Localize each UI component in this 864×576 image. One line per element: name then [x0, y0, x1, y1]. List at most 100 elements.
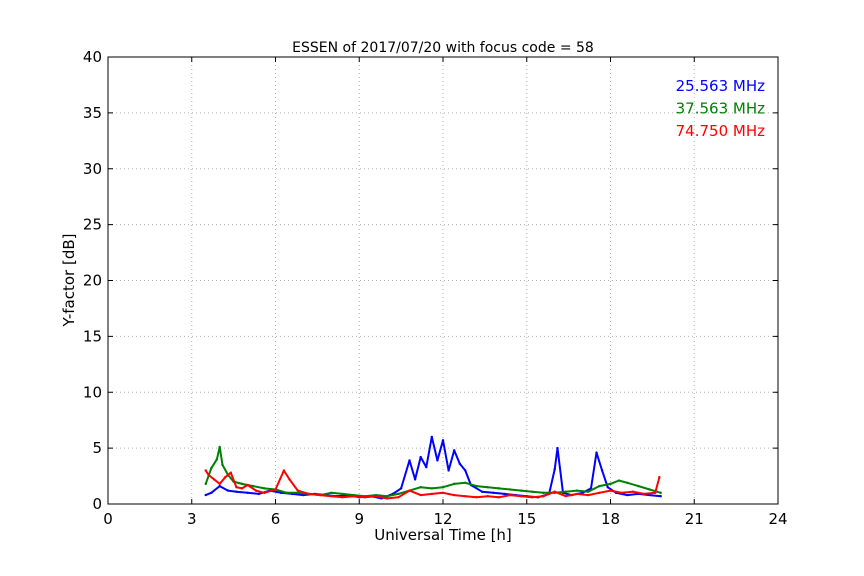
data-point — [595, 451, 598, 454]
data-point — [263, 487, 266, 490]
data-point — [330, 494, 333, 498]
data-point — [352, 494, 355, 498]
y-tick-label: 30 — [83, 160, 102, 178]
data-point — [637, 484, 640, 488]
data-point — [531, 496, 534, 499]
data-point — [246, 483, 249, 487]
data-point — [204, 482, 207, 486]
data-point — [263, 491, 266, 495]
data-point — [235, 486, 238, 489]
data-point — [374, 494, 378, 498]
data-point — [385, 494, 389, 498]
data-point — [441, 486, 445, 489]
data-point — [519, 494, 523, 498]
data-point — [218, 445, 221, 449]
data-point — [363, 496, 367, 499]
data-point — [441, 491, 445, 495]
data-point — [430, 435, 434, 439]
data-point — [240, 487, 244, 490]
data-point — [408, 489, 411, 492]
data-point — [212, 478, 216, 481]
data-point — [598, 491, 601, 495]
data-point — [226, 489, 230, 492]
data-point — [341, 496, 344, 499]
data-point — [553, 468, 556, 471]
data-point — [447, 469, 450, 472]
data-point — [531, 490, 534, 493]
x-tick-label: 24 — [768, 510, 787, 528]
data-point — [430, 487, 434, 490]
data-point — [458, 462, 461, 465]
data-point — [204, 493, 207, 497]
data-point — [658, 475, 661, 479]
data-point — [224, 475, 227, 479]
data-point — [475, 484, 478, 488]
legend-entry: 37.563 MHz — [676, 100, 765, 118]
data-point — [240, 482, 244, 486]
data-point — [609, 489, 612, 492]
data-point — [486, 486, 489, 489]
x-tick-label: 3 — [187, 510, 197, 528]
data-point — [620, 491, 623, 495]
data-point — [318, 493, 322, 497]
data-point — [218, 484, 221, 488]
chart-title: ESSEN of 2017/07/20 with focus code = 58 — [292, 40, 594, 56]
data-point — [626, 493, 629, 497]
data-point — [609, 482, 612, 486]
data-point — [606, 486, 609, 489]
data-point — [218, 482, 221, 486]
y-tick-label: 0 — [92, 495, 102, 513]
legend-entry: 25.563 MHz — [676, 77, 765, 95]
data-point — [475, 496, 478, 499]
legend: 25.563 MHz 37.563 MHz 74.750 MHz — [676, 77, 765, 140]
data-point — [631, 490, 635, 493]
data-point — [257, 492, 260, 496]
data-point — [341, 492, 344, 496]
data-point — [617, 479, 621, 482]
data-point — [464, 481, 467, 484]
data-point — [586, 493, 590, 497]
data-point — [508, 493, 512, 497]
y-tick-label: 5 — [92, 439, 102, 457]
data-point — [564, 494, 568, 498]
data-point — [254, 489, 258, 492]
data-point — [497, 487, 501, 490]
data-point — [419, 493, 422, 497]
x-tick-label: 9 — [354, 510, 364, 528]
data-point — [452, 482, 456, 486]
data-point — [659, 494, 662, 498]
data-point — [564, 490, 568, 493]
y-axis-label: Y-factor [dB] — [60, 233, 78, 327]
data-point — [430, 492, 434, 496]
data-point — [542, 491, 545, 495]
data-point — [436, 459, 439, 462]
x-tick-label: 6 — [271, 510, 281, 528]
data-point — [307, 492, 311, 496]
data-point — [330, 491, 333, 495]
legend-entry: 74.750 MHz — [676, 122, 765, 140]
data-point — [508, 488, 512, 491]
data-point — [659, 491, 662, 495]
y-tick-label: 40 — [83, 48, 102, 66]
data-point — [486, 494, 489, 498]
data-point — [542, 494, 545, 498]
data-point — [575, 492, 579, 496]
data-point — [296, 491, 300, 495]
data-point — [586, 490, 590, 493]
data-point — [464, 494, 467, 498]
data-point — [452, 493, 456, 497]
data-point — [397, 492, 400, 496]
x-tick-label: 15 — [517, 510, 536, 528]
data-point — [399, 487, 403, 490]
data-point — [503, 492, 506, 496]
y-tick-label: 15 — [83, 327, 102, 345]
data-point — [598, 484, 601, 488]
data-point — [408, 459, 411, 462]
data-point — [492, 491, 495, 495]
data-point — [385, 497, 389, 500]
data-point — [210, 467, 213, 470]
data-point — [553, 490, 556, 493]
data-point — [464, 469, 467, 472]
data-point — [274, 488, 277, 491]
data-point — [648, 488, 651, 491]
